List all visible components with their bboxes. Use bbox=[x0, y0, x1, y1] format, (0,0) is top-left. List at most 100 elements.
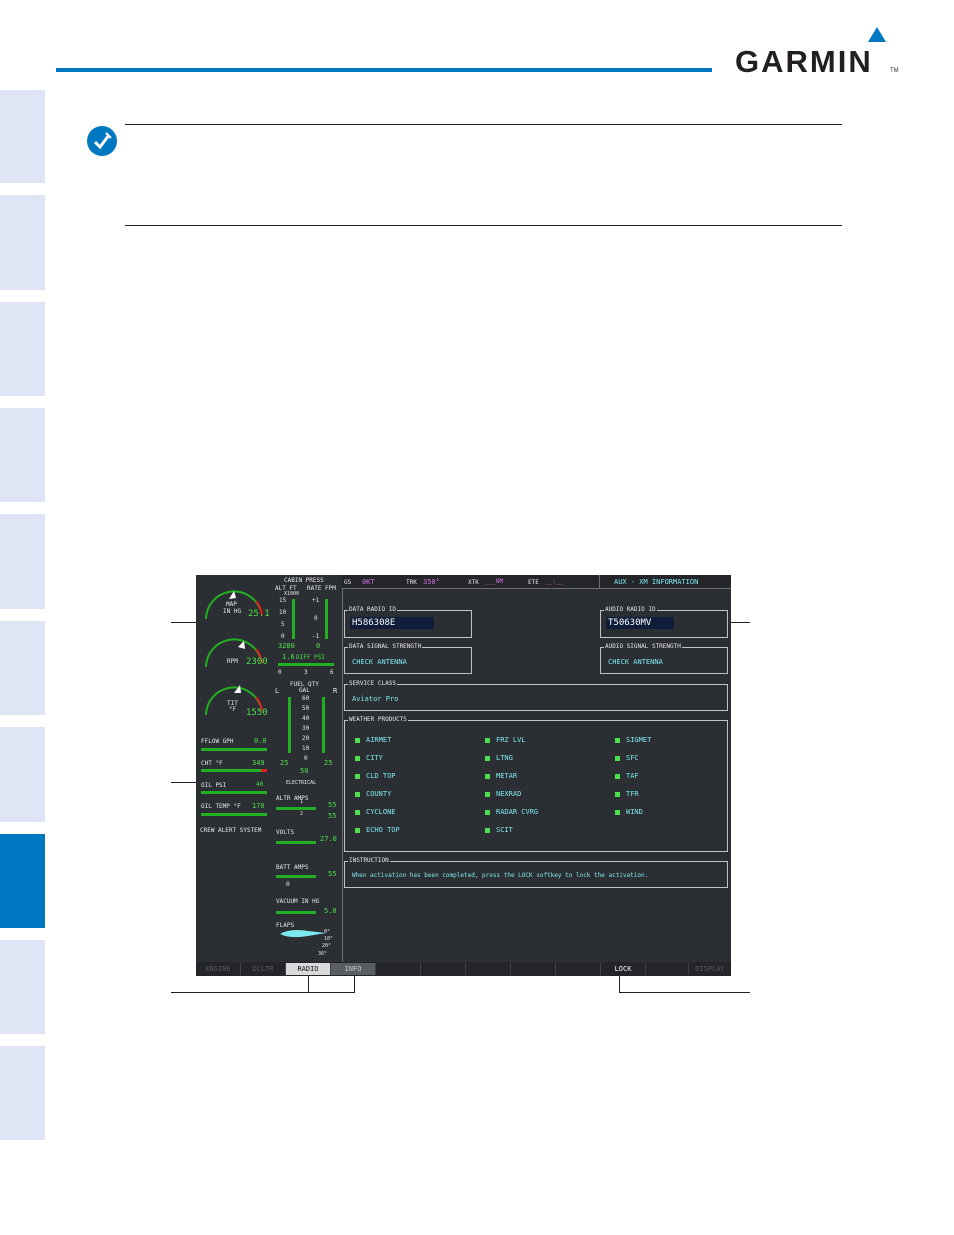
wx-status-icon bbox=[485, 827, 490, 833]
section-tab-10[interactable] bbox=[0, 1046, 45, 1140]
tit-value: 1550 bbox=[246, 708, 268, 718]
section-tab-4[interactable] bbox=[0, 408, 45, 502]
section-tab-2[interactable] bbox=[0, 195, 45, 290]
trk-label: TRK bbox=[406, 579, 417, 586]
oilpsi-label: OIL PSI bbox=[201, 782, 227, 789]
trk-value: 350° bbox=[423, 578, 440, 586]
note-icon bbox=[86, 125, 118, 162]
wx-product: SIGMET bbox=[615, 736, 651, 744]
rate-tick-0: +1 bbox=[312, 597, 320, 604]
gs-value: 0KT bbox=[362, 578, 375, 586]
wx-status-icon bbox=[615, 737, 620, 743]
weather-products-title: WEATHER PRODUCTS bbox=[348, 716, 408, 723]
alt-value: 3280 bbox=[278, 642, 295, 650]
oiltemp-label: OIL TEMP °F bbox=[201, 803, 241, 810]
fuel-tick-3: 30 bbox=[302, 725, 310, 732]
wx-product: TAF bbox=[615, 772, 639, 780]
softkey-8[interactable] bbox=[511, 963, 556, 975]
fuel-tick-5: 10 bbox=[302, 745, 310, 752]
callout-line-radio-v bbox=[308, 976, 309, 992]
note-top-rule bbox=[125, 124, 842, 125]
altr-amps-label: ALTR AMPS bbox=[276, 795, 309, 802]
altr-value-1: 55 bbox=[328, 801, 337, 809]
rate-tick-1: 0 bbox=[314, 615, 318, 622]
softkey-engine[interactable]: ENGINE bbox=[196, 963, 241, 975]
rpm-label: RPM bbox=[227, 658, 238, 665]
wx-product: METAR bbox=[485, 772, 517, 780]
section-tab-7[interactable] bbox=[0, 727, 45, 822]
data-signal-box: DATA SIGNAL STRENGTH CHECK ANTENNA bbox=[344, 643, 472, 674]
section-tab-1[interactable] bbox=[0, 90, 45, 183]
data-radio-id-value: H586308E bbox=[350, 617, 434, 629]
wx-product: COUNTY bbox=[355, 790, 391, 798]
electrical-label: ELECTRICAL bbox=[286, 780, 317, 786]
wx-status-icon bbox=[355, 827, 360, 833]
altr-marker-2: 2 bbox=[300, 811, 304, 817]
fuel-tick-1: 50 bbox=[302, 705, 310, 712]
section-tab-5[interactable] bbox=[0, 514, 45, 609]
diff-bar bbox=[278, 663, 334, 666]
instruction-box: INSTRUCTION When activation has been com… bbox=[344, 857, 728, 888]
wx-product: CITY bbox=[355, 754, 383, 762]
flaps-tick-2: 20° bbox=[322, 943, 332, 949]
softkey-7[interactable] bbox=[466, 963, 511, 975]
alt-tick-1: 10 bbox=[279, 609, 287, 616]
wx-status-icon bbox=[355, 755, 360, 761]
oiltemp-value: 170 bbox=[252, 802, 265, 810]
section-tab-6[interactable] bbox=[0, 621, 45, 715]
batt-zero: 0 bbox=[286, 881, 290, 888]
wx-product: ECHO TOP bbox=[355, 826, 400, 834]
audio-radio-id-title: AUDIO RADIO ID bbox=[604, 606, 657, 613]
alt-tick-0: 15 bbox=[279, 597, 287, 604]
audio-signal-box: AUDIO SIGNAL STRENGTH CHECK ANTENNA bbox=[600, 643, 728, 674]
fuel-left-value: 25 bbox=[280, 759, 289, 767]
cht-label: CHT °F bbox=[201, 760, 223, 767]
audio-radio-id-box: AUDIO RADIO ID T50630MV bbox=[600, 606, 728, 638]
softkey-11[interactable] bbox=[646, 963, 689, 975]
softkey-5[interactable] bbox=[376, 963, 421, 975]
trademark-mark: TM bbox=[890, 68, 899, 74]
wx-product: WIND bbox=[615, 808, 643, 816]
section-tab-9[interactable] bbox=[0, 940, 45, 1034]
volts-label: VOLTS bbox=[276, 829, 295, 836]
wx-product: NEXRAD bbox=[485, 790, 521, 798]
fuel-right-value: 25 bbox=[324, 759, 333, 767]
data-radio-id-title: DATA RADIO ID bbox=[348, 606, 397, 613]
softkey-6[interactable] bbox=[421, 963, 466, 975]
data-signal-title: DATA SIGNAL STRENGTH bbox=[348, 643, 423, 650]
instruction-text: When activation has been completed, pres… bbox=[352, 872, 649, 879]
flaps-tick-0: 0° bbox=[324, 929, 331, 935]
xtk-label: XTK bbox=[468, 579, 479, 586]
fuel-r-label: R bbox=[333, 687, 338, 695]
callout-line-lock-h bbox=[619, 992, 750, 993]
weather-products-box: WEATHER PRODUCTS AIRMET CITY CLD TOP COU… bbox=[344, 716, 728, 852]
altr-value-2: 55 bbox=[328, 812, 337, 820]
alt-tick-3: 0 bbox=[281, 633, 285, 640]
fflow-value: 0.0 bbox=[254, 737, 267, 745]
softkey-9[interactable] bbox=[556, 963, 601, 975]
page-title: AUX - XM INFORMATION bbox=[614, 578, 699, 586]
service-class-box: SERVICE CLASS Aviator Pro bbox=[344, 680, 728, 711]
title-divider bbox=[599, 575, 600, 588]
wx-status-icon bbox=[485, 737, 490, 743]
cas-label: CREW ALERT SYSTEM bbox=[200, 827, 262, 834]
softkey-display[interactable]: DISPLAY bbox=[689, 963, 731, 975]
cht-bar-red bbox=[261, 769, 267, 772]
softkey-info[interactable]: INFO bbox=[331, 963, 376, 975]
softkey-dcltr[interactable]: DCLTR bbox=[241, 963, 286, 975]
wx-status-icon bbox=[355, 737, 360, 743]
section-tab-3[interactable] bbox=[0, 302, 45, 396]
softkey-lock[interactable]: LOCK bbox=[601, 963, 646, 975]
map-value: 25.1 bbox=[248, 609, 270, 619]
alt-scale bbox=[292, 599, 295, 639]
wx-status-icon bbox=[485, 809, 490, 815]
wx-status-icon bbox=[615, 755, 620, 761]
batt-bar bbox=[276, 875, 316, 878]
wx-status-icon bbox=[615, 773, 620, 779]
callout-line-softkeys-h bbox=[171, 992, 355, 993]
section-tab-8-active[interactable] bbox=[0, 834, 45, 928]
altr-bar bbox=[276, 807, 316, 810]
softkey-radio[interactable]: RADIO bbox=[286, 963, 331, 975]
audio-signal-value: CHECK ANTENNA bbox=[608, 658, 663, 666]
mfd-display: MAP IN HG 25.1 RPM 2300 TIT °F 1550 FFLO… bbox=[196, 575, 731, 976]
